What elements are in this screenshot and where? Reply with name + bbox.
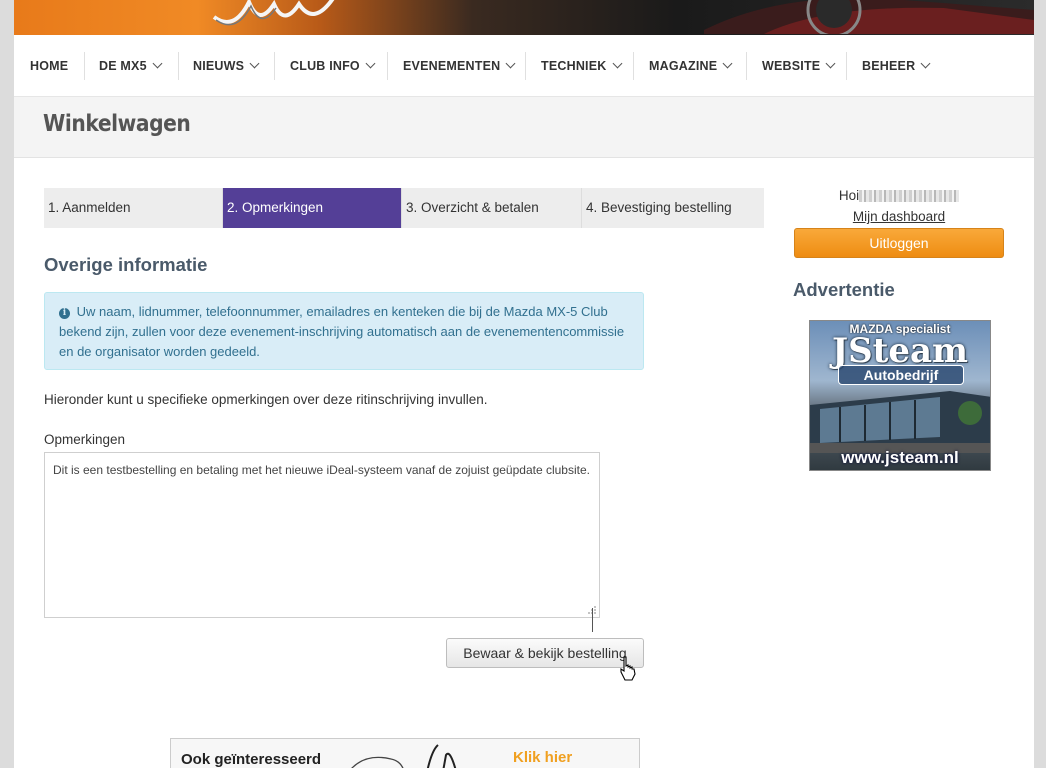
advertisement-title: Advertentie — [793, 279, 895, 300]
nav-divider — [178, 52, 179, 80]
ad-url: www.jsteam.nl — [841, 448, 959, 467]
blurred-username — [859, 190, 960, 203]
user-greeting: Hoi — [794, 188, 1004, 203]
promo-link[interactable]: Klik hier — [513, 749, 572, 766]
chevron-down-icon — [612, 58, 622, 69]
nav-item-techniek[interactable]: TECHNIEK — [541, 35, 622, 96]
remarks-label: Opmerkingen — [44, 432, 126, 447]
section-title: Overige informatie — [44, 254, 208, 275]
nav-divider — [387, 52, 388, 80]
logout-button[interactable]: Uitloggen — [794, 228, 1004, 258]
chevron-down-icon — [365, 58, 376, 69]
nav-item-de-mx5[interactable]: DE MX5 — [99, 35, 163, 96]
remarks-value: Dit is een testbestelling en betaling me… — [53, 463, 590, 477]
page-frame: HOME DE MX5 NIEUWS CLUB INFO EVENEMENTEN… — [14, 0, 1034, 768]
car-image — [704, 0, 1034, 34]
step-aanmelden[interactable]: 1. Aanmelden — [44, 188, 223, 228]
save-view-order-button[interactable]: Bewaar & bekijk bestelling — [446, 638, 644, 668]
nav-item-magazine[interactable]: MAGAZINE — [649, 35, 733, 96]
nav-divider — [633, 52, 634, 80]
ad-sub-text: Autobedrijf — [838, 365, 964, 385]
dashboard-link[interactable]: Mijn dashboard — [794, 209, 1004, 224]
chevron-down-icon — [505, 58, 516, 69]
chevron-down-icon — [825, 58, 836, 69]
advertisement-image[interactable]: MAZDA specialist JSteam Autobedrijf www.… — [809, 320, 991, 471]
nav-divider — [525, 52, 526, 80]
info-icon: i — [59, 308, 70, 319]
nav-divider — [746, 52, 747, 80]
nav-item-club-info[interactable]: CLUB INFO — [290, 35, 376, 96]
nav-divider — [84, 52, 85, 80]
main-navigation: HOME DE MX5 NIEUWS CLUB INFO EVENEMENTEN… — [14, 35, 1034, 97]
building-illustration — [810, 391, 990, 453]
header-banner — [14, 0, 1034, 35]
greeting-text: Hoi — [838, 188, 860, 203]
nav-label: MAGAZINE — [649, 59, 718, 73]
nav-divider — [274, 52, 275, 80]
remarks-textarea[interactable]: Dit is een testbestelling en betaling me… — [44, 452, 600, 618]
nav-label: HOME — [30, 59, 69, 73]
nav-label: NIEUWS — [193, 59, 245, 73]
chevron-down-icon — [249, 58, 260, 69]
nav-label: WEBSITE — [762, 59, 821, 73]
nav-label: BEHEER — [862, 59, 916, 73]
checkout-steps: 1. Aanmelden 2. Opmerkingen 3. Overzicht… — [44, 188, 764, 228]
club-logo[interactable] — [204, 0, 364, 32]
chevron-down-icon — [722, 58, 733, 69]
info-text: Uw naam, lidnummer, telefoonnummer, emai… — [59, 304, 625, 359]
car-sketch-icon — [351, 744, 457, 768]
nav-label: EVENEMENTEN — [403, 59, 501, 73]
nav-label: CLUB INFO — [290, 59, 360, 73]
nav-item-website[interactable]: WEBSITE — [762, 35, 836, 96]
step-bevestiging[interactable]: 4. Bevestiging bestelling — [582, 188, 764, 228]
promo-text: Ook geïnteresseerd — [181, 751, 322, 768]
nav-item-beheer[interactable]: BEHEER — [862, 35, 931, 96]
promo-banner[interactable]: Ook geïnteresseerd Klik hier — [170, 738, 640, 768]
nav-label: TECHNIEK — [541, 59, 607, 73]
step-overzicht-betalen[interactable]: 3. Overzicht & betalen — [402, 188, 582, 228]
hand-pointer-icon — [620, 656, 636, 681]
intro-text: Hieronder kunt u specifieke opmerkingen … — [44, 392, 488, 407]
page-title-bar: Winkelwagen — [14, 97, 1034, 158]
step-opmerkingen[interactable]: 2. Opmerkingen — [223, 188, 402, 228]
nav-item-nieuws[interactable]: NIEUWS — [193, 35, 260, 96]
page-title: Winkelwagen — [43, 111, 191, 137]
chevron-down-icon — [152, 58, 163, 69]
info-alert: i Uw naam, lidnummer, telefoonnummer, em… — [44, 292, 644, 370]
chevron-down-icon — [920, 58, 931, 69]
nav-divider — [846, 52, 847, 80]
text-cursor — [592, 608, 593, 632]
nav-label: DE MX5 — [99, 59, 147, 73]
nav-item-home[interactable]: HOME — [30, 35, 68, 96]
nav-item-evenementen[interactable]: EVENEMENTEN — [403, 35, 516, 96]
